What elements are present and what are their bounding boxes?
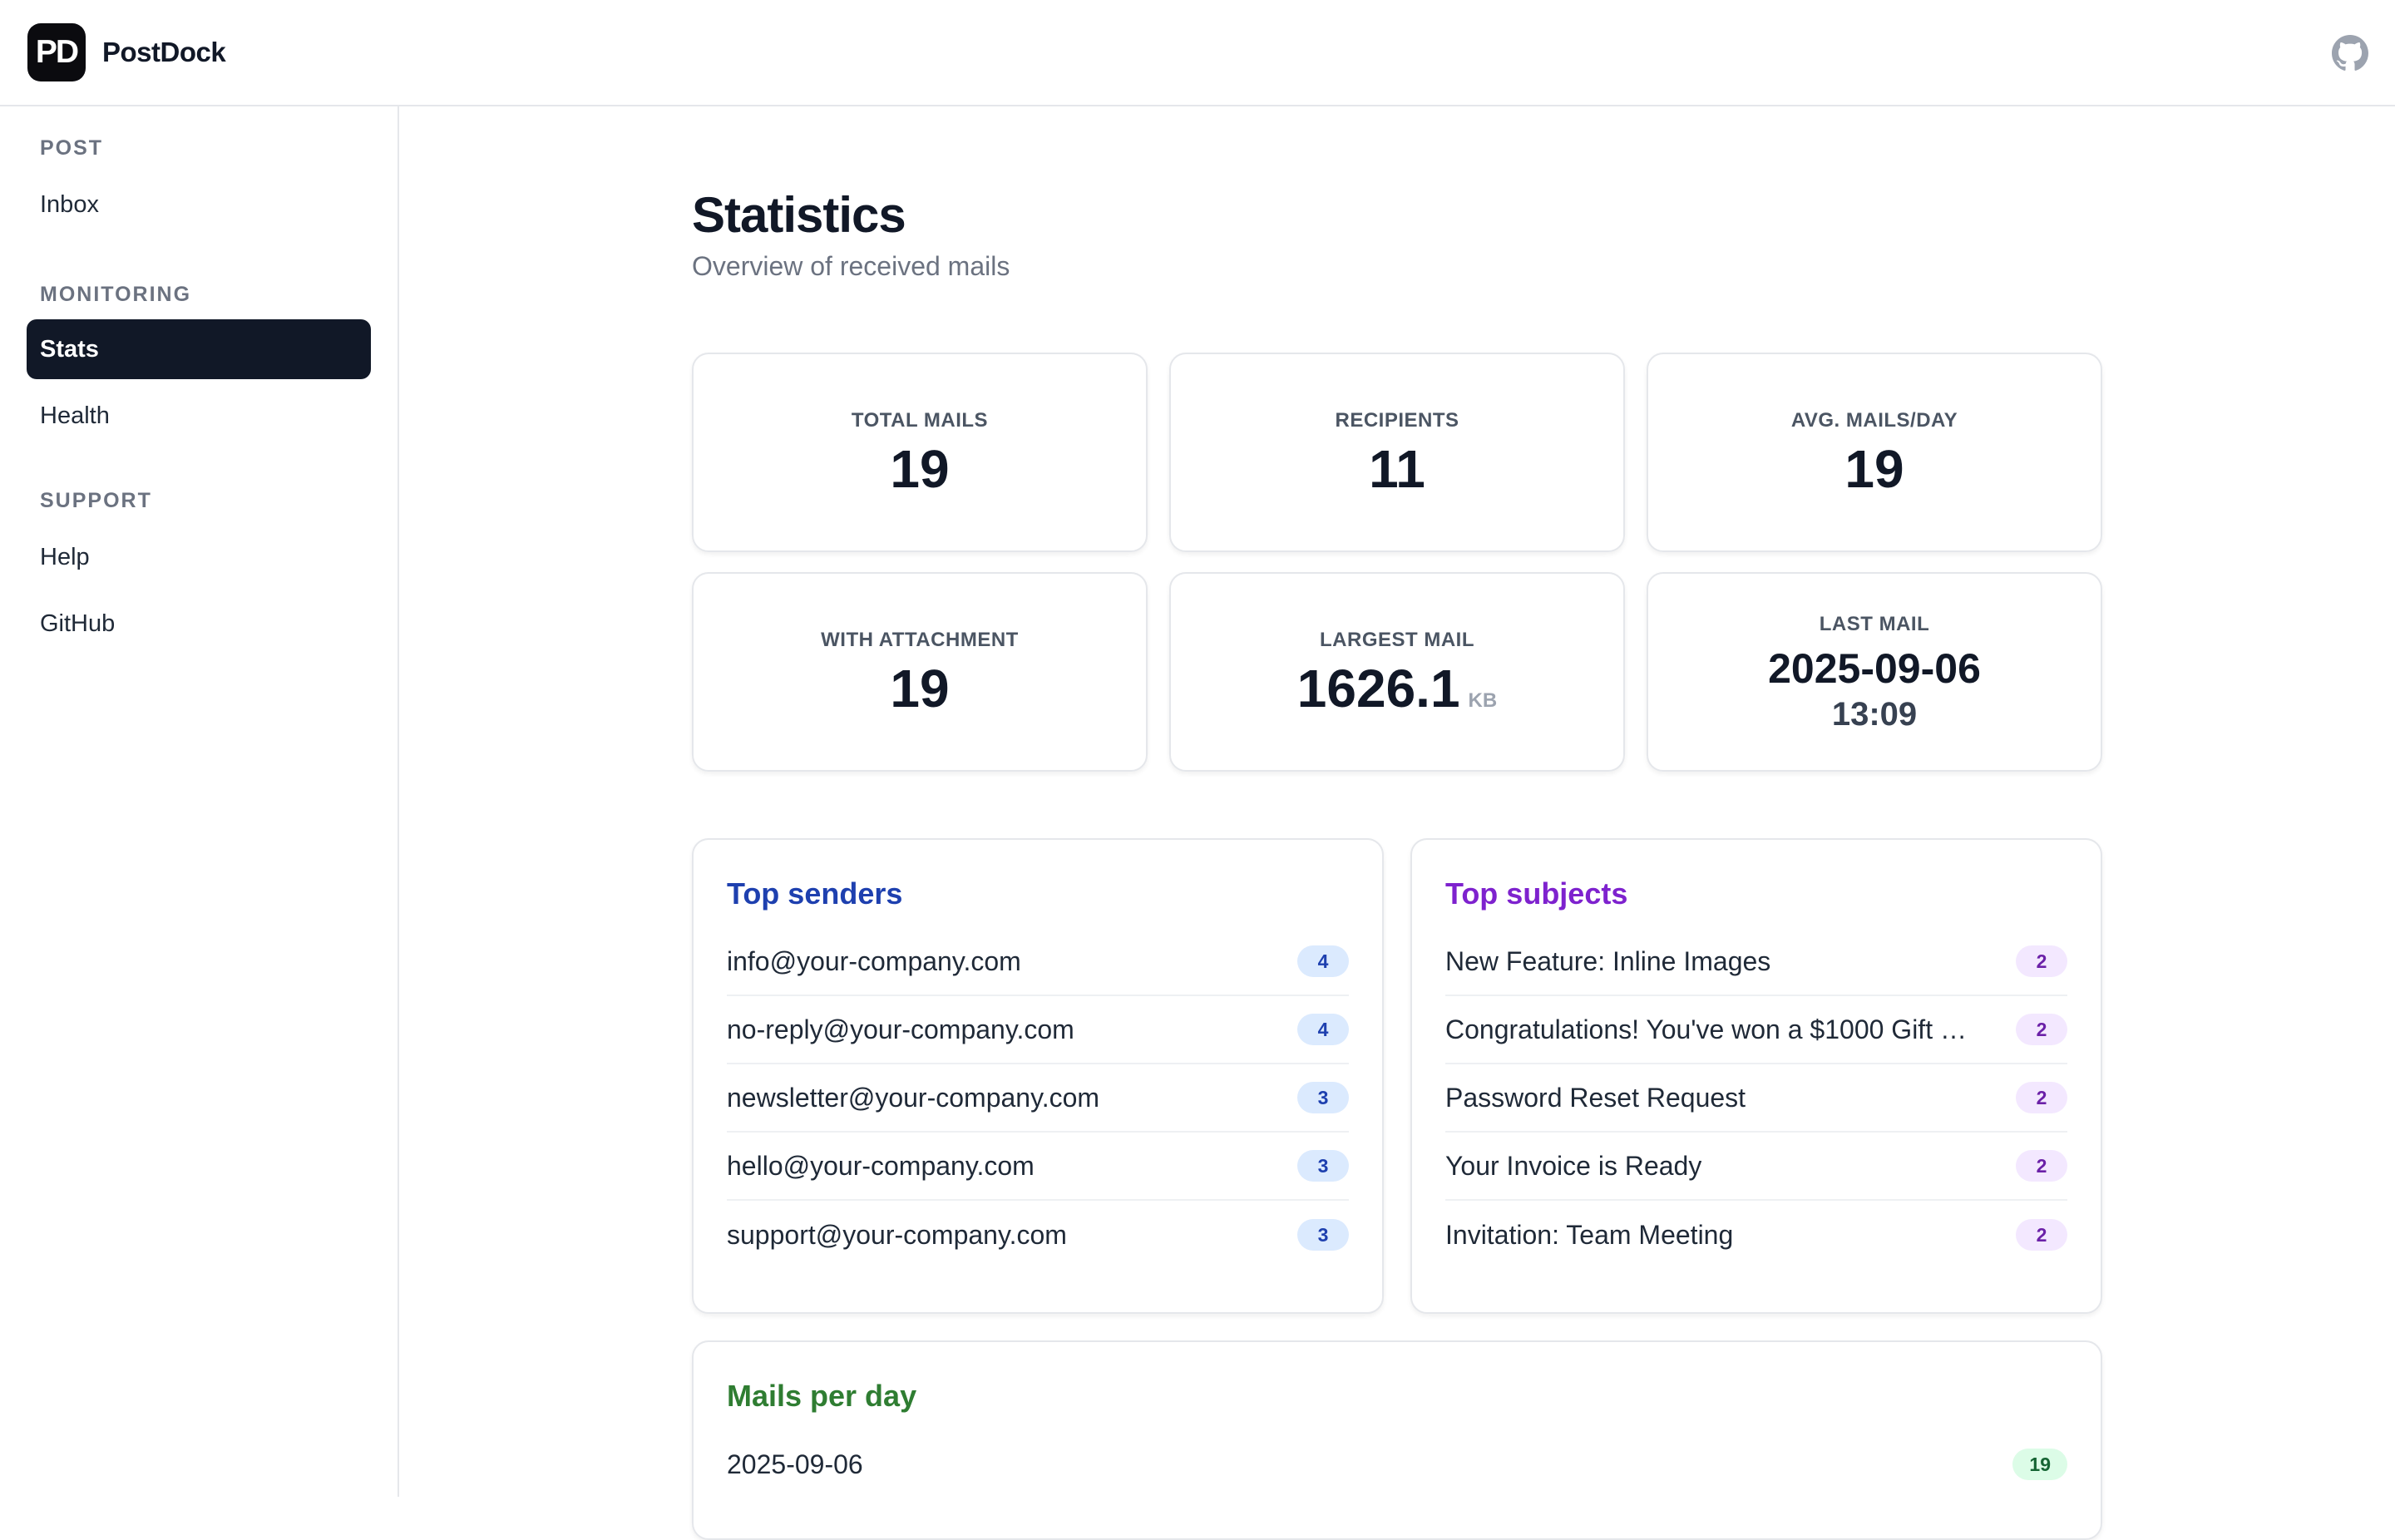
list-item: hello@your-company.com 3 — [727, 1133, 1349, 1201]
nav-section-monitoring: MONITORING Stats Health — [27, 279, 371, 446]
app-name: PostDock — [102, 37, 226, 67]
subject-text: Your Invoice is Ready — [1445, 1150, 1702, 1181]
page-title: Statistics — [692, 187, 906, 243]
sidebar-item-health[interactable]: Health — [27, 386, 371, 446]
nav-heading-support: SUPPORT — [40, 489, 152, 512]
stat-label: WITH ATTACHMENT — [821, 629, 1019, 651]
sender-address: no-reply@your-company.com — [727, 1014, 1074, 1044]
stat-card-recipients: RECIPIENTS 11 — [1169, 353, 1625, 552]
list-item: no-reply@your-company.com 4 — [727, 996, 1349, 1064]
stat-label: LAST MAIL — [1819, 613, 1930, 635]
count-badge: 19 — [2012, 1449, 2067, 1480]
count-badge: 2 — [2016, 1082, 2067, 1113]
sender-address: newsletter@your-company.com — [727, 1082, 1100, 1113]
stat-time: 13:09 — [1831, 696, 1918, 733]
stat-card-last-mail: LAST MAIL 2025-09-06 13:09 — [1647, 572, 2102, 772]
count-badge: 2 — [2016, 1219, 2067, 1251]
list-item: Congratulations! You've won a $1000 Gift… — [1445, 996, 2067, 1064]
stat-label: RECIPIENTS — [1335, 409, 1459, 432]
stat-value: 11 — [1369, 439, 1425, 499]
list-item: support@your-company.com 3 — [727, 1201, 1349, 1269]
github-icon[interactable] — [2332, 35, 2368, 72]
list-item: Your Invoice is Ready 2 — [1445, 1133, 2067, 1201]
subject-text: Congratulations! You've won a $1000 Gift… — [1445, 1014, 1978, 1044]
page-subtitle: Overview of received mails — [692, 251, 1010, 281]
stat-unit: KB — [1468, 689, 1498, 712]
stat-value: 19 — [890, 439, 950, 499]
list-item: New Feature: Inline Images 2 — [1445, 928, 2067, 996]
day-date: 2025-09-06 — [727, 1449, 863, 1479]
top-senders-list: info@your-company.com 4 no-reply@your-co… — [727, 928, 1349, 1269]
mails-per-day-list: 2025-09-06 19 — [727, 1430, 2067, 1498]
count-badge: 3 — [1297, 1219, 1349, 1251]
app-logo: PD — [27, 23, 86, 81]
mails-per-day-panel: Mails per day 2025-09-06 19 — [692, 1340, 2102, 1540]
subject-text: New Feature: Inline Images — [1445, 945, 1771, 976]
stat-card-total-mails: TOTAL MAILS 19 — [692, 353, 1148, 552]
sender-address: support@your-company.com — [727, 1219, 1067, 1250]
nav-section-support: SUPPORT Help GitHub — [27, 486, 371, 654]
stat-label: LARGEST MAIL — [1320, 629, 1474, 651]
list-item: info@your-company.com 4 — [727, 928, 1349, 996]
stat-value: 1626.1 — [1296, 659, 1460, 718]
nav-heading-monitoring: MONITORING — [40, 283, 192, 306]
stat-value-group: 1626.1 KB — [1297, 652, 1497, 715]
list-item: Invitation: Team Meeting 2 — [1445, 1201, 2067, 1269]
count-badge: 2 — [2016, 1150, 2067, 1182]
stat-label: AVG. MAILS/DAY — [1790, 409, 1958, 432]
stats-grid: TOTAL MAILS 19 RECIPIENTS 11 AVG. MAILS/… — [692, 353, 2102, 772]
list-item: Password Reset Request 2 — [1445, 1064, 2067, 1133]
list-item: newsletter@your-company.com 3 — [727, 1064, 1349, 1133]
panel-title: Top senders — [727, 876, 903, 911]
nav-section-post: POST Inbox — [27, 133, 371, 234]
sender-address: hello@your-company.com — [727, 1150, 1035, 1181]
stat-label: TOTAL MAILS — [851, 409, 989, 432]
count-badge: 4 — [1297, 945, 1349, 977]
sidebar: POST Inbox MONITORING Stats Health SUPPO… — [0, 106, 399, 1497]
stat-value: 19 — [1844, 439, 1904, 499]
top-senders-panel: Top senders info@your-company.com 4 no-r… — [692, 838, 1384, 1314]
stat-card-largest-mail: LARGEST MAIL 1626.1 KB — [1169, 572, 1625, 772]
top-subjects-list: New Feature: Inline Images 2 Congratulat… — [1445, 928, 2067, 1269]
count-badge: 2 — [2016, 1014, 2067, 1045]
top-subjects-panel: Top subjects New Feature: Inline Images … — [1410, 838, 2102, 1314]
panel-title: Top subjects — [1445, 876, 1628, 911]
sidebar-item-inbox[interactable]: Inbox — [27, 175, 371, 234]
sidebar-item-help[interactable]: Help — [27, 527, 371, 587]
subject-text: Password Reset Request — [1445, 1082, 1746, 1113]
count-badge: 4 — [1297, 1014, 1349, 1045]
nav-heading-post: POST — [40, 136, 104, 160]
count-badge: 3 — [1297, 1150, 1349, 1182]
brand[interactable]: PD PostDock — [27, 23, 226, 81]
top-bar: PD PostDock — [0, 0, 2395, 106]
list-item: 2025-09-06 19 — [727, 1430, 2067, 1498]
sidebar-item-stats[interactable]: Stats — [27, 319, 371, 379]
stat-value: 19 — [890, 659, 950, 718]
count-badge: 2 — [2016, 945, 2067, 977]
sender-address: info@your-company.com — [727, 945, 1021, 976]
stat-card-with-attachment: WITH ATTACHMENT 19 — [692, 572, 1148, 772]
stat-card-avg-mails-day: AVG. MAILS/DAY 19 — [1647, 353, 2102, 552]
panel-title: Mails per day — [727, 1379, 917, 1413]
count-badge: 3 — [1297, 1082, 1349, 1113]
sidebar-item-github[interactable]: GitHub — [27, 594, 371, 654]
subject-text: Invitation: Team Meeting — [1445, 1219, 1734, 1250]
stat-date: 2025-09-06 — [1768, 645, 1981, 692]
